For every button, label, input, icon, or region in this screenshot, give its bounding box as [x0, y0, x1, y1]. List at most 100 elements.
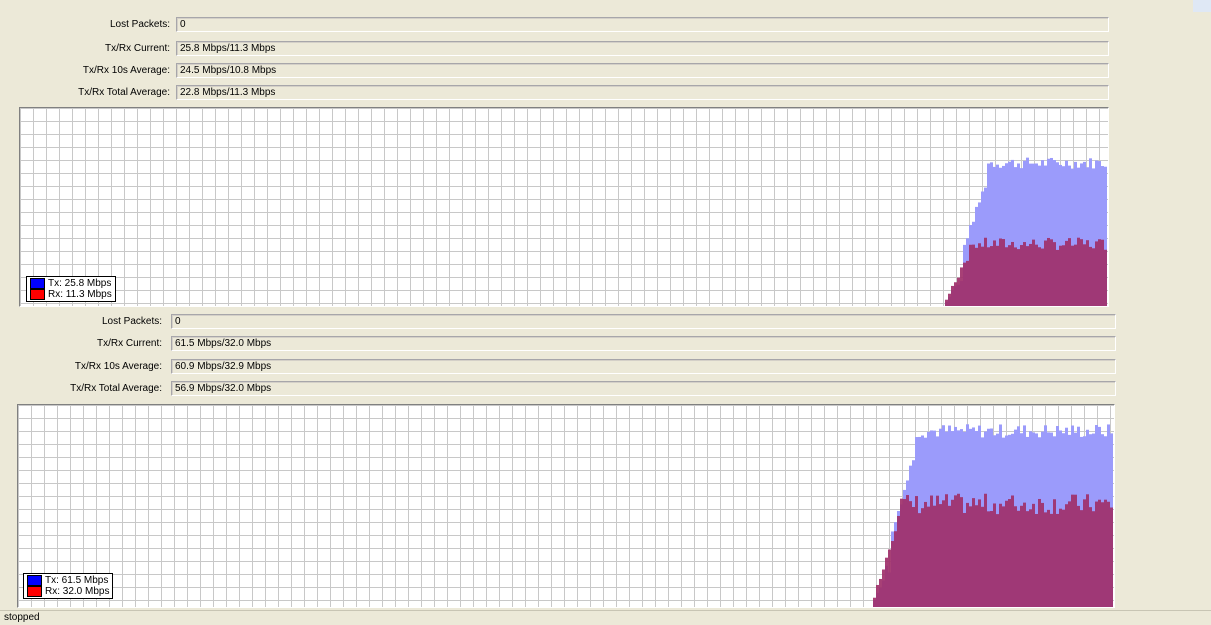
rx-bar — [957, 493, 960, 607]
rx-bar — [1032, 239, 1035, 306]
status-text: stopped — [4, 612, 40, 623]
traffic-graph: Tx: 61.5 Mbps Rx: 32.0 Mbps — [17, 404, 1115, 608]
tx-rx-10s-average-field: 24.5 Mbps/10.8 Mbps — [176, 63, 1109, 78]
legend-item-tx: Tx: 61.5 Mbps — [27, 575, 109, 586]
rx-bar — [1077, 237, 1080, 306]
rx-bar — [1011, 241, 1014, 306]
rx-bar — [930, 495, 933, 607]
rx-bar — [1059, 245, 1062, 306]
rx-bar — [981, 246, 984, 306]
rx-bar — [957, 277, 960, 306]
lost-packets-field: 0 — [176, 17, 1109, 32]
rx-bar — [903, 499, 906, 607]
rx-bar — [1098, 499, 1101, 607]
rx-bar — [945, 494, 948, 607]
rx-bar — [1059, 508, 1062, 607]
rx-bar — [1062, 245, 1065, 306]
rx-bar — [1101, 502, 1104, 607]
rx-bar — [999, 503, 1002, 607]
rx-bar — [1074, 244, 1077, 306]
rx-bar — [1032, 503, 1035, 607]
rx-bar — [1104, 249, 1107, 306]
tx-rx-current-label: Tx/Rx Current: — [96, 338, 162, 349]
rx-bar — [1029, 509, 1032, 607]
tx-rx-total-average-row: Tx/Rx Total Average: 22.8 Mbps/11.3 Mbps — [0, 85, 1110, 101]
rx-bar — [960, 497, 963, 607]
rx-bar — [1071, 494, 1074, 607]
grid-lines — [20, 108, 1108, 306]
legend-rx-label: Rx: 11.3 Mbps — [48, 289, 112, 300]
top-test-panel: Lost Packets: 0 Tx/Rx Current: 25.8 Mbps… — [0, 0, 1211, 307]
rx-series — [945, 237, 1107, 306]
rx-bar — [918, 513, 921, 607]
tx-rx-10s-average-label: Tx/Rx 10s Average: — [74, 361, 162, 372]
graph-legend: Tx: 61.5 Mbps Rx: 32.0 Mbps — [23, 573, 114, 599]
rx-bar — [984, 237, 987, 306]
legend-item-tx: Tx: 25.8 Mbps — [30, 278, 112, 289]
rx-bar — [1023, 242, 1026, 306]
rx-bar — [1050, 513, 1053, 607]
rx-bar — [963, 262, 966, 306]
rx-bar — [1083, 499, 1086, 607]
rx-bar — [975, 505, 978, 607]
rx-bar — [1038, 498, 1041, 607]
rx-bar — [1047, 237, 1050, 306]
tx-rx-current-row: Tx/Rx Current: 61.5 Mbps/32.0 Mbps — [0, 336, 1116, 352]
rx-bar — [1080, 239, 1083, 306]
tx-rx-10s-average-field: 60.9 Mbps/32.9 Mbps — [171, 359, 1116, 374]
rx-bar — [1053, 499, 1056, 607]
rx-bar — [996, 514, 999, 607]
tx-rx-total-average-field: 22.8 Mbps/11.3 Mbps — [176, 85, 1109, 100]
rx-bar — [906, 495, 909, 607]
rx-bar — [996, 245, 999, 306]
rx-bar — [894, 531, 897, 607]
rx-bar — [984, 493, 987, 607]
rx-bar — [1092, 511, 1095, 607]
rx-bar — [1008, 245, 1011, 306]
rx-bar — [1083, 244, 1086, 306]
rx-bar — [1110, 507, 1113, 607]
lost-packets-label: Lost Packets: — [109, 19, 170, 30]
bottom-test-panel: Lost Packets: 0 Tx/Rx Current: 61.5 Mbps… — [0, 307, 1211, 610]
tx-rx-total-average-label: Tx/Rx Total Average: — [78, 87, 170, 98]
rx-bar — [1026, 511, 1029, 607]
rx-bar — [1005, 247, 1008, 306]
rx-bar — [969, 244, 972, 306]
rx-bar — [1023, 502, 1026, 607]
rx-bar — [972, 498, 975, 607]
legend-item-rx: Rx: 32.0 Mbps — [27, 586, 109, 597]
rx-bar — [921, 508, 924, 607]
rx-bar — [909, 501, 912, 607]
rx-bar — [1044, 240, 1047, 306]
rx-bar — [873, 597, 876, 607]
rx-bar — [1008, 499, 1011, 607]
rx-bar — [1074, 494, 1077, 607]
rx-bar — [876, 584, 879, 607]
tx-rx-10s-average-row: Tx/Rx 10s Average: 60.9 Mbps/32.9 Mbps — [0, 359, 1116, 375]
rx-bar — [1101, 239, 1104, 306]
rx-bar — [882, 569, 885, 607]
rx-bar — [978, 243, 981, 306]
rx-bar — [879, 578, 882, 607]
legend-tx-label: Tx: 25.8 Mbps — [48, 278, 112, 289]
rx-bar — [924, 501, 927, 607]
tx-rx-total-average-field: 56.9 Mbps/32.0 Mbps — [171, 381, 1116, 396]
rx-swatch — [30, 289, 45, 300]
rx-bar — [990, 246, 993, 306]
rx-bar — [888, 549, 891, 607]
rx-bar — [891, 541, 894, 607]
rx-bar — [1107, 501, 1110, 607]
rx-bar — [915, 496, 918, 607]
rx-bar — [1077, 505, 1080, 607]
rx-bar — [1068, 238, 1071, 306]
status-bar: stopped — [0, 610, 1211, 625]
rx-bar — [1062, 509, 1065, 607]
rx-bar — [1038, 247, 1041, 306]
tx-swatch — [27, 575, 42, 586]
rx-bar — [987, 511, 990, 607]
rx-bar — [948, 293, 951, 306]
rx-bar — [1020, 505, 1023, 607]
rx-bar — [927, 506, 930, 607]
rx-bar — [1005, 500, 1008, 607]
tx-rx-total-average-label: Tx/Rx Total Average: — [70, 383, 162, 394]
